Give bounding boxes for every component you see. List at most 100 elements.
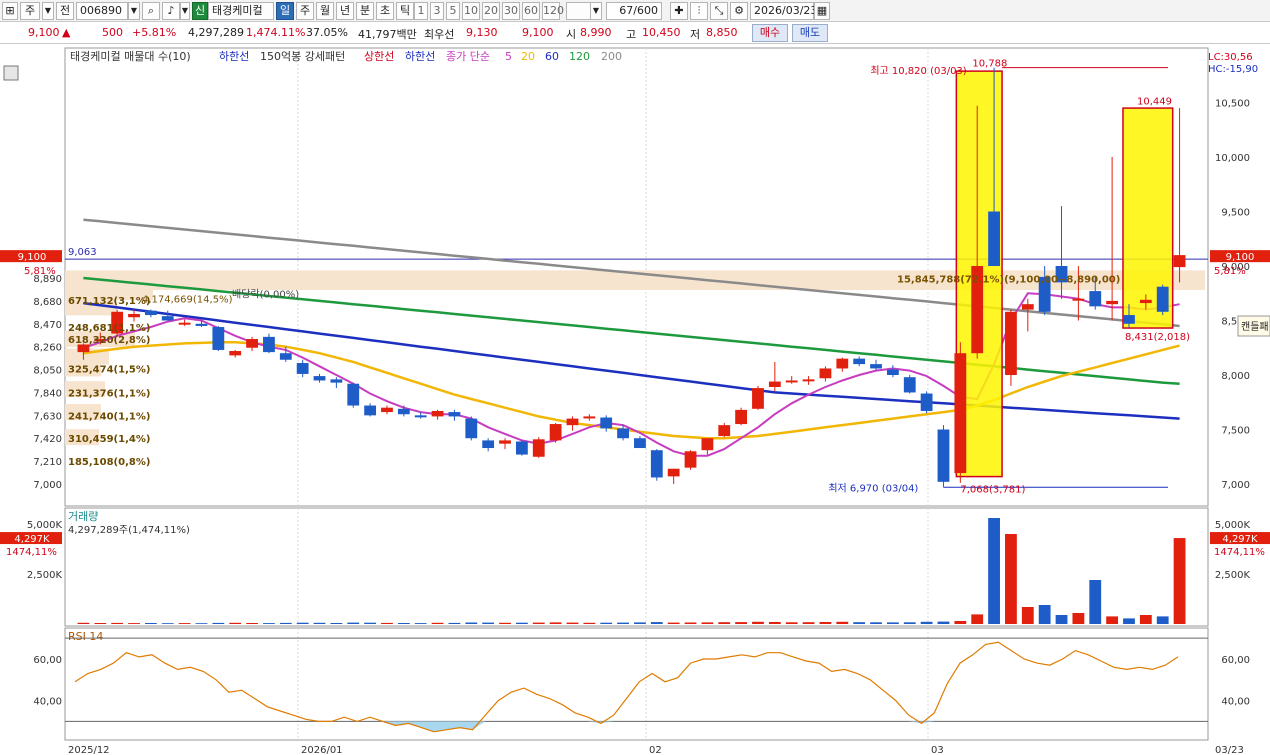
volume-bar: [600, 622, 613, 624]
volume-bar: [465, 622, 478, 624]
high-price: 10,450: [642, 26, 681, 39]
volume-bar: [853, 622, 866, 624]
candle-body: [1089, 291, 1102, 307]
right-y-tick-label: 10,500: [1215, 99, 1250, 110]
code-dropdown-icon[interactable]: ▼: [128, 2, 140, 20]
volume-bar: [920, 621, 933, 624]
candle-body: [549, 424, 562, 441]
period-tab-3[interactable]: 년: [336, 2, 354, 20]
candle-body: [920, 393, 933, 411]
period-tab-1[interactable]: 주: [296, 2, 314, 20]
y-tick-label: 8,260: [33, 343, 62, 354]
minute-option-5[interactable]: 5: [446, 2, 460, 20]
period-tab-6[interactable]: 틱: [396, 2, 414, 20]
candle-body: [1139, 299, 1152, 304]
legend-ma-period: 20: [521, 50, 535, 63]
toolbar: ⊞ 주 ▼ 전 006890 ▼ ⌕ ♪ ▼ 신 태경케미컬 일주월년분초틱 1…: [0, 0, 1270, 22]
lc-label: LC:30,56: [1208, 52, 1253, 63]
minute-option-60[interactable]: 60: [522, 2, 540, 20]
candle-body: [229, 351, 242, 356]
volume-bar: [718, 622, 731, 624]
candle-body: [178, 322, 191, 325]
candle-body: [499, 440, 511, 444]
volume-pct-tag-right: 1474,11%: [1214, 547, 1265, 558]
candle-body: [296, 363, 309, 374]
max-top-label: 10,788: [972, 59, 1007, 70]
volume-bar: [296, 622, 309, 624]
window-menu-icon[interactable]: ⊞: [2, 2, 18, 20]
minute-dropdown-icon[interactable]: ▼: [590, 2, 602, 20]
chevron-down-icon[interactable]: ▼: [42, 2, 54, 20]
minute-option-1[interactable]: 1: [414, 2, 428, 20]
candle-body: [448, 412, 461, 417]
minute-option-20[interactable]: 20: [482, 2, 500, 20]
volume-bar: [549, 622, 562, 624]
up-arrow-icon: ▲: [62, 26, 71, 39]
candle-body: [212, 327, 225, 350]
volume-profile-label: 671,132(3,1%): [68, 296, 150, 307]
date-input[interactable]: 2026/03/23: [750, 2, 817, 20]
volume-tick-label: 5,000K: [27, 520, 63, 531]
minute-option-30[interactable]: 30: [502, 2, 520, 20]
period-tab-2[interactable]: 월: [316, 2, 334, 20]
buy-button[interactable]: 매수: [752, 24, 788, 42]
chart-tool-icon[interactable]: ⫶: [690, 2, 708, 20]
minute-option-10[interactable]: 10: [462, 2, 480, 20]
rsi-tick-label-right: 40,00: [1221, 697, 1250, 708]
volume-bar: [1139, 615, 1152, 624]
volume-bar: [1106, 616, 1119, 624]
volume-bar: [583, 622, 596, 624]
volume-bar: [330, 623, 343, 624]
search-icon[interactable]: ⌕: [142, 2, 160, 20]
price-change-pct: +5.81%: [132, 26, 177, 39]
period-tab-5[interactable]: 초: [376, 2, 394, 20]
volume-bar: [229, 622, 242, 624]
stock-code-input[interactable]: 006890: [76, 2, 128, 20]
volume-bar: [246, 623, 258, 624]
rsi-tick-label: 60,00: [33, 655, 62, 666]
speaker-dropdown-icon[interactable]: ▼: [180, 2, 190, 20]
candle-body: [634, 438, 646, 449]
calendar-icon[interactable]: ▦: [814, 2, 830, 20]
price-chart[interactable]: 7,000 7,210 7,420 7,630 7,840 8,050 8,260 8,470…: [0, 44, 1270, 755]
period-tab-0[interactable]: 일: [276, 2, 294, 20]
candle-body: [785, 380, 798, 383]
candle-body: [617, 428, 629, 439]
minute-option-3[interactable]: 3: [430, 2, 444, 20]
bar-count-input[interactable]: 67/600: [606, 2, 662, 20]
volume-bar: [667, 622, 680, 624]
view-toggle-button[interactable]: 주: [20, 2, 40, 20]
volume-bar: [482, 622, 495, 624]
volume-bar: [381, 622, 393, 624]
volume-bar: [1055, 615, 1068, 624]
candle-body: [414, 415, 427, 418]
pct-tag-left: 5,81%: [24, 266, 56, 277]
volume-bar: [1173, 538, 1186, 624]
candle-body: [482, 440, 495, 449]
pattern-tool-icon[interactable]: ⤡: [710, 2, 728, 20]
speaker-icon[interactable]: ♪: [162, 2, 180, 20]
volume-bar: [1005, 534, 1017, 624]
minute-option-120[interactable]: 120: [542, 2, 564, 20]
box2-top-label: 10,449: [1137, 97, 1172, 108]
period-tab-4[interactable]: 분: [356, 2, 374, 20]
volume-bar: [819, 622, 832, 624]
candle-body: [903, 377, 916, 393]
high-label: 고: [626, 28, 637, 41]
y-tick-label: 8,680: [33, 297, 62, 308]
open-price: 8,990: [580, 26, 612, 39]
max-label: 최고 10,820 (03/03): [870, 65, 966, 77]
volume-profile-text: 4,174,669(14,5%): [142, 295, 233, 306]
candle-body: [886, 369, 899, 376]
sell-button[interactable]: 매도: [792, 24, 828, 42]
cross-tool-icon[interactable]: ✚: [670, 2, 688, 20]
volume-bar: [752, 621, 764, 624]
stock-name: 태경케미컬: [208, 2, 274, 20]
prev-button[interactable]: 전: [56, 2, 74, 20]
volume-bar: [1038, 605, 1051, 624]
candle-body: [431, 410, 444, 417]
volume-tag-right-text: 4,297K: [1222, 534, 1258, 545]
gear-icon[interactable]: ⚙: [730, 2, 748, 20]
candle-body: [954, 353, 967, 474]
volume-bar: [768, 622, 781, 624]
